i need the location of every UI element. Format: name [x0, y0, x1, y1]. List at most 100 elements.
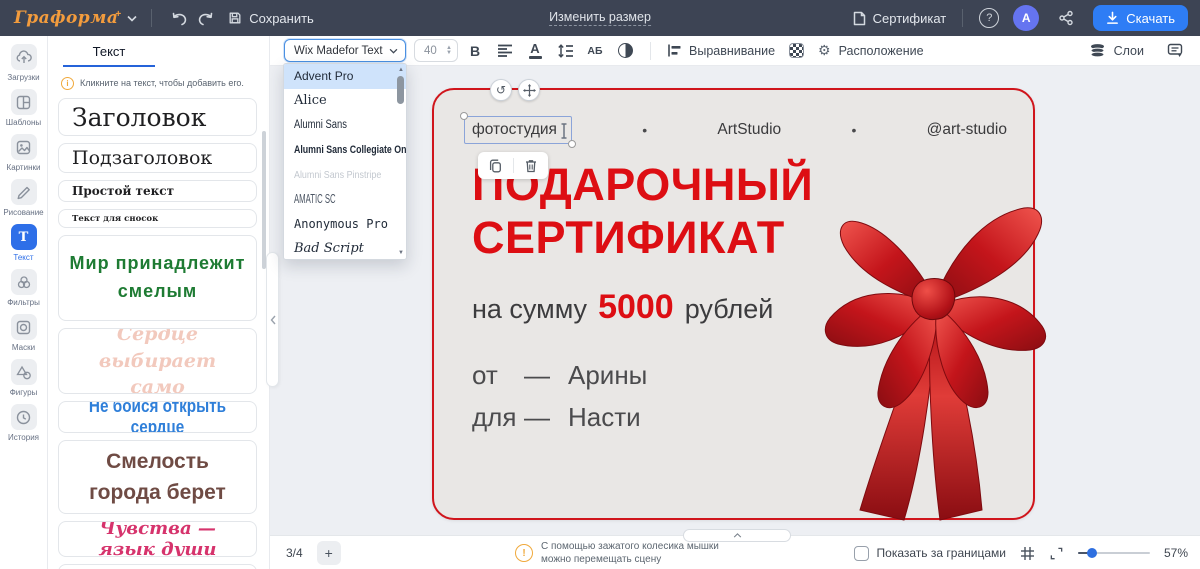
text-tool-icon: T	[18, 229, 29, 245]
layers-button[interactable]: Слои	[1089, 43, 1144, 58]
sidebar-item-history[interactable]: История	[0, 404, 48, 442]
sidebar-item-uploads[interactable]: Загрузки	[0, 44, 48, 82]
text-color-button[interactable]: A	[522, 39, 548, 63]
doc-type-button[interactable]: Сертификат	[853, 11, 946, 26]
grid-icon	[1020, 546, 1034, 560]
sidebar-item-templates[interactable]: Шаблоны	[0, 89, 48, 127]
move-icon	[522, 83, 536, 97]
dropdown-scrollbar-thumb[interactable]	[397, 76, 404, 104]
font-option-alumni-pinstripe[interactable]: Alumni Sans Pinstripe	[284, 162, 406, 187]
delete-button[interactable]	[514, 152, 549, 179]
text-preset-styled-5[interactable]: Чувства — язык души	[58, 521, 257, 557]
alignment-button[interactable]: Выравнивание	[667, 44, 775, 58]
help-button[interactable]: ?	[979, 8, 1000, 28]
undo-button[interactable]	[166, 5, 192, 31]
bold-button[interactable]: B	[462, 39, 488, 63]
arrange-button[interactable]: ⚙ Расположение	[818, 42, 924, 59]
font-option-bad-script[interactable]: Bad Script	[284, 236, 406, 259]
avatar[interactable]: A	[1013, 5, 1040, 31]
fit-screen-button[interactable]	[1049, 546, 1064, 561]
zoom-slider[interactable]	[1077, 547, 1150, 559]
text-preset-subheading[interactable]: Подзаголовок	[58, 143, 257, 173]
share-button[interactable]	[1053, 5, 1079, 31]
panel-scrollbar[interactable]	[262, 131, 266, 269]
font-size-input[interactable]: 40 ▲ ▼	[414, 39, 458, 62]
font-family-select[interactable]: Wix Madefor Text	[284, 39, 406, 62]
redo-icon	[198, 12, 213, 25]
letter-spacing-button[interactable]: АБ	[582, 39, 608, 63]
certificate-gift-lines[interactable]: от — Арины для — Насти	[472, 358, 647, 442]
add-page-button[interactable]: +	[316, 540, 341, 565]
panel-collapse-handle[interactable]	[266, 252, 279, 387]
text-preset-styled-4[interactable]: Смелость города берет	[58, 440, 257, 514]
move-handle-button[interactable]	[518, 79, 540, 101]
contrast-button[interactable]	[612, 39, 638, 63]
save-icon	[229, 12, 241, 24]
certificate-artboard[interactable]: фотостудия • ArtStudio • @art-studio ↺ П…	[432, 79, 1046, 521]
font-option-alice[interactable]: Alice	[284, 89, 406, 114]
save-button[interactable]: Сохранить	[228, 11, 314, 26]
duplicate-button[interactable]	[478, 152, 513, 179]
line-height-button[interactable]	[552, 39, 578, 63]
transparency-button[interactable]	[789, 43, 805, 58]
feedback-button[interactable]	[1162, 39, 1188, 63]
sidebar-item-draw[interactable]: Рисование	[0, 179, 48, 217]
certificate-amount[interactable]: на сумму 5000 рублей	[472, 288, 773, 327]
share-icon	[1059, 10, 1073, 26]
selection-handle-top-left[interactable]	[460, 112, 468, 120]
font-option-amatic-sc[interactable]: Amatic SC	[284, 187, 406, 212]
text-preset-styled-1[interactable]: Мир принадлежит смелым	[58, 235, 257, 321]
font-option-anonymous-pro[interactable]: Anonymous Pro	[284, 212, 406, 237]
text-preset-heading[interactable]: Заголовок	[58, 98, 257, 136]
image-icon	[16, 140, 31, 154]
bottom-panel-expander[interactable]	[683, 529, 791, 542]
panel-hint-text: Кликните на текст, чтобы добавить его.	[80, 78, 244, 88]
sidebar-item-shapes[interactable]: Фигуры	[0, 359, 48, 397]
dropdown-scroll-down-icon[interactable]: ▼	[398, 250, 404, 256]
zoom-slider-thumb[interactable]	[1086, 548, 1097, 558]
show-outside-checkbox[interactable]	[853, 545, 869, 561]
redo-button[interactable]	[192, 5, 218, 31]
font-size-stepper[interactable]: ▲ ▼	[446, 45, 452, 56]
text-align-icon	[498, 44, 512, 57]
text-preset-body[interactable]: Простой текст	[58, 180, 257, 202]
grid-toggle-button[interactable]	[1020, 546, 1035, 561]
selection-handle-bottom-right[interactable]	[567, 140, 576, 148]
brand-text[interactable]: ArtStudio	[717, 121, 781, 139]
social-handle-text[interactable]: @art-studio	[927, 121, 1007, 139]
logo-menu[interactable]: Граформа+	[14, 8, 137, 28]
rotate-handle-button[interactable]: ↺	[490, 79, 512, 101]
amount-value: 5000	[598, 288, 674, 326]
toolbar-right: Слои	[1089, 39, 1188, 63]
text-panel: Текст i Кликните на текст, чтобы добавит…	[48, 36, 270, 569]
font-option-alumni-sans[interactable]: Alumni Sans	[284, 113, 406, 138]
gift-from-row: от — Арины	[472, 358, 647, 392]
from-label: от	[472, 359, 498, 390]
pan-hint: ! С помощью зажатого колесика мышки можн…	[515, 540, 719, 566]
help-icon: ?	[986, 12, 993, 24]
text-preset-styled-3[interactable]: Не бойся открыть сердце	[58, 401, 257, 433]
text-preset-footnote[interactable]: Текст для сносок	[58, 209, 257, 228]
red-bow-image[interactable]	[824, 178, 1056, 521]
toolbar-divider	[650, 41, 651, 60]
text-align-button[interactable]	[492, 39, 518, 63]
amount-suffix: рублей	[684, 294, 774, 324]
sidebar-item-masks[interactable]: Маски	[0, 314, 48, 352]
selected-text-element[interactable]: фотостудия	[460, 112, 576, 148]
resize-button[interactable]: Изменить размер	[549, 10, 651, 26]
tab-text[interactable]: Текст	[63, 36, 155, 67]
download-label: Скачать	[1126, 10, 1175, 26]
sidebar-item-filters[interactable]: Фильтры	[0, 269, 48, 307]
dropdown-scroll-up-icon[interactable]: ▲	[398, 67, 404, 73]
certificate-header-row: фотостудия • ArtStudio • @art-studio	[460, 112, 1007, 148]
font-option-alumni-collegiate[interactable]: Alumni Sans Collegiate One	[284, 138, 406, 163]
show-outside-toggle[interactable]: Показать за границами	[853, 545, 1006, 561]
download-button[interactable]: Скачать	[1093, 5, 1188, 31]
text-preset-styled-6[interactable]: Любовь побеждает	[58, 564, 257, 569]
sidebar-item-text[interactable]: T Текст	[0, 224, 48, 262]
sidebar-item-images[interactable]: Картинки	[0, 134, 48, 172]
font-option-advent-pro[interactable]: Advent Pro	[284, 64, 406, 89]
to-label: для	[472, 401, 517, 432]
canvas[interactable]: фотостудия • ArtStudio • @art-studio ↺ П…	[270, 66, 1200, 535]
text-preset-styled-2[interactable]: Сердце выбирает само	[58, 328, 257, 394]
